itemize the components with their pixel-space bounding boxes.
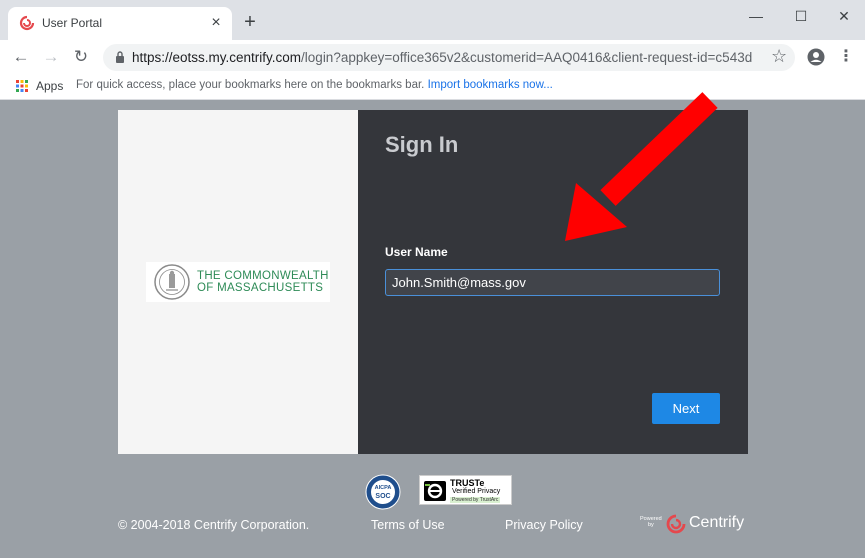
soc-text: SOC (375, 493, 390, 500)
bookmarks-hint-text: For quick access, place your bookmarks h… (76, 79, 425, 91)
powered-by-text: Powered by (640, 516, 662, 528)
profile-icon[interactable] (807, 48, 825, 66)
powered-line-2: by (648, 522, 654, 528)
aicpa-text: AICPA (375, 485, 392, 491)
back-icon[interactable]: ← (10, 46, 32, 68)
logo-line-1: THE COMMONWEALTH (197, 270, 329, 282)
aicpa-soc-badge-icon: AICPA SOC (365, 474, 401, 510)
tab-title: User Portal (42, 16, 103, 30)
privacy-policy-link[interactable]: Privacy Policy (505, 518, 583, 532)
minimize-icon[interactable]: — (741, 6, 771, 26)
apps-grid-icon[interactable] (16, 80, 28, 92)
red-arrow-annotation-icon (565, 92, 718, 241)
apps-link[interactable]: Apps (36, 79, 63, 93)
logo-text: THE COMMONWEALTH OF MASSACHUSETTS (197, 270, 329, 294)
centrify-favicon-icon (19, 15, 35, 31)
forward-icon[interactable]: → (40, 46, 62, 68)
url-text: https://eotss.my.centrify.com/login?appk… (132, 50, 752, 65)
truste-powered-by: Powered by TrustArc (450, 497, 501, 503)
browser-menu-icon[interactable]: ⋮ (838, 48, 854, 66)
bookmarks-bar: Apps For quick access, place your bookma… (0, 74, 865, 100)
import-bookmarks-link[interactable]: Import bookmarks now... (428, 79, 553, 91)
truste-e-icon (424, 481, 446, 501)
truste-title: TRUSTe (450, 478, 485, 488)
login-card-branding: THE COMMONWEALTH OF MASSACHUSETTS (118, 110, 358, 454)
centrify-footer-logo: Powered by Centrify (640, 512, 750, 536)
tab-strip: User Portal × + — ☐ ✕ (0, 0, 865, 40)
maximize-icon[interactable]: ☐ (786, 6, 816, 26)
new-tab-icon[interactable]: + (240, 12, 260, 32)
lock-icon (116, 51, 124, 63)
centrify-brand-text: Centrify (689, 514, 745, 531)
reload-icon[interactable]: ↻ (70, 46, 92, 68)
bookmark-star-icon[interactable]: ☆ (771, 46, 787, 67)
username-label: User Name (385, 245, 448, 259)
tab-close-icon[interactable]: × (207, 14, 225, 32)
bookmarks-hint: For quick access, place your bookmarks h… (76, 79, 553, 91)
massachusetts-seal-icon (154, 264, 190, 300)
terms-of-use-link[interactable]: Terms of Use (371, 518, 445, 532)
url-host: https://eotss.my.centrify.com (132, 50, 302, 65)
copyright-text: © 2004-2018 Centrify Corporation. (118, 518, 310, 532)
browser-toolbar: ← → ↻ https://eotss.my.centrify.com/logi… (0, 40, 865, 74)
truste-badge[interactable]: TRUSTe Verified Privacy Powered by Trust… (419, 475, 512, 505)
truste-subtitle: Verified Privacy (452, 488, 501, 495)
next-button[interactable]: Next (652, 393, 720, 424)
centrify-logo-icon (666, 514, 686, 534)
sign-in-title: Sign In (385, 132, 459, 157)
address-bar[interactable]: https://eotss.my.centrify.com/login?appk… (103, 44, 795, 71)
url-path: /login?appkey=office365v2&customerid=AAQ… (301, 50, 752, 65)
window-close-icon[interactable]: ✕ (829, 6, 859, 26)
logo-line-2: OF MASSACHUSETTS (197, 282, 324, 294)
browser-tab[interactable]: User Portal × (8, 7, 232, 40)
commonwealth-logo: THE COMMONWEALTH OF MASSACHUSETTS (146, 262, 330, 302)
username-input[interactable] (385, 269, 720, 296)
